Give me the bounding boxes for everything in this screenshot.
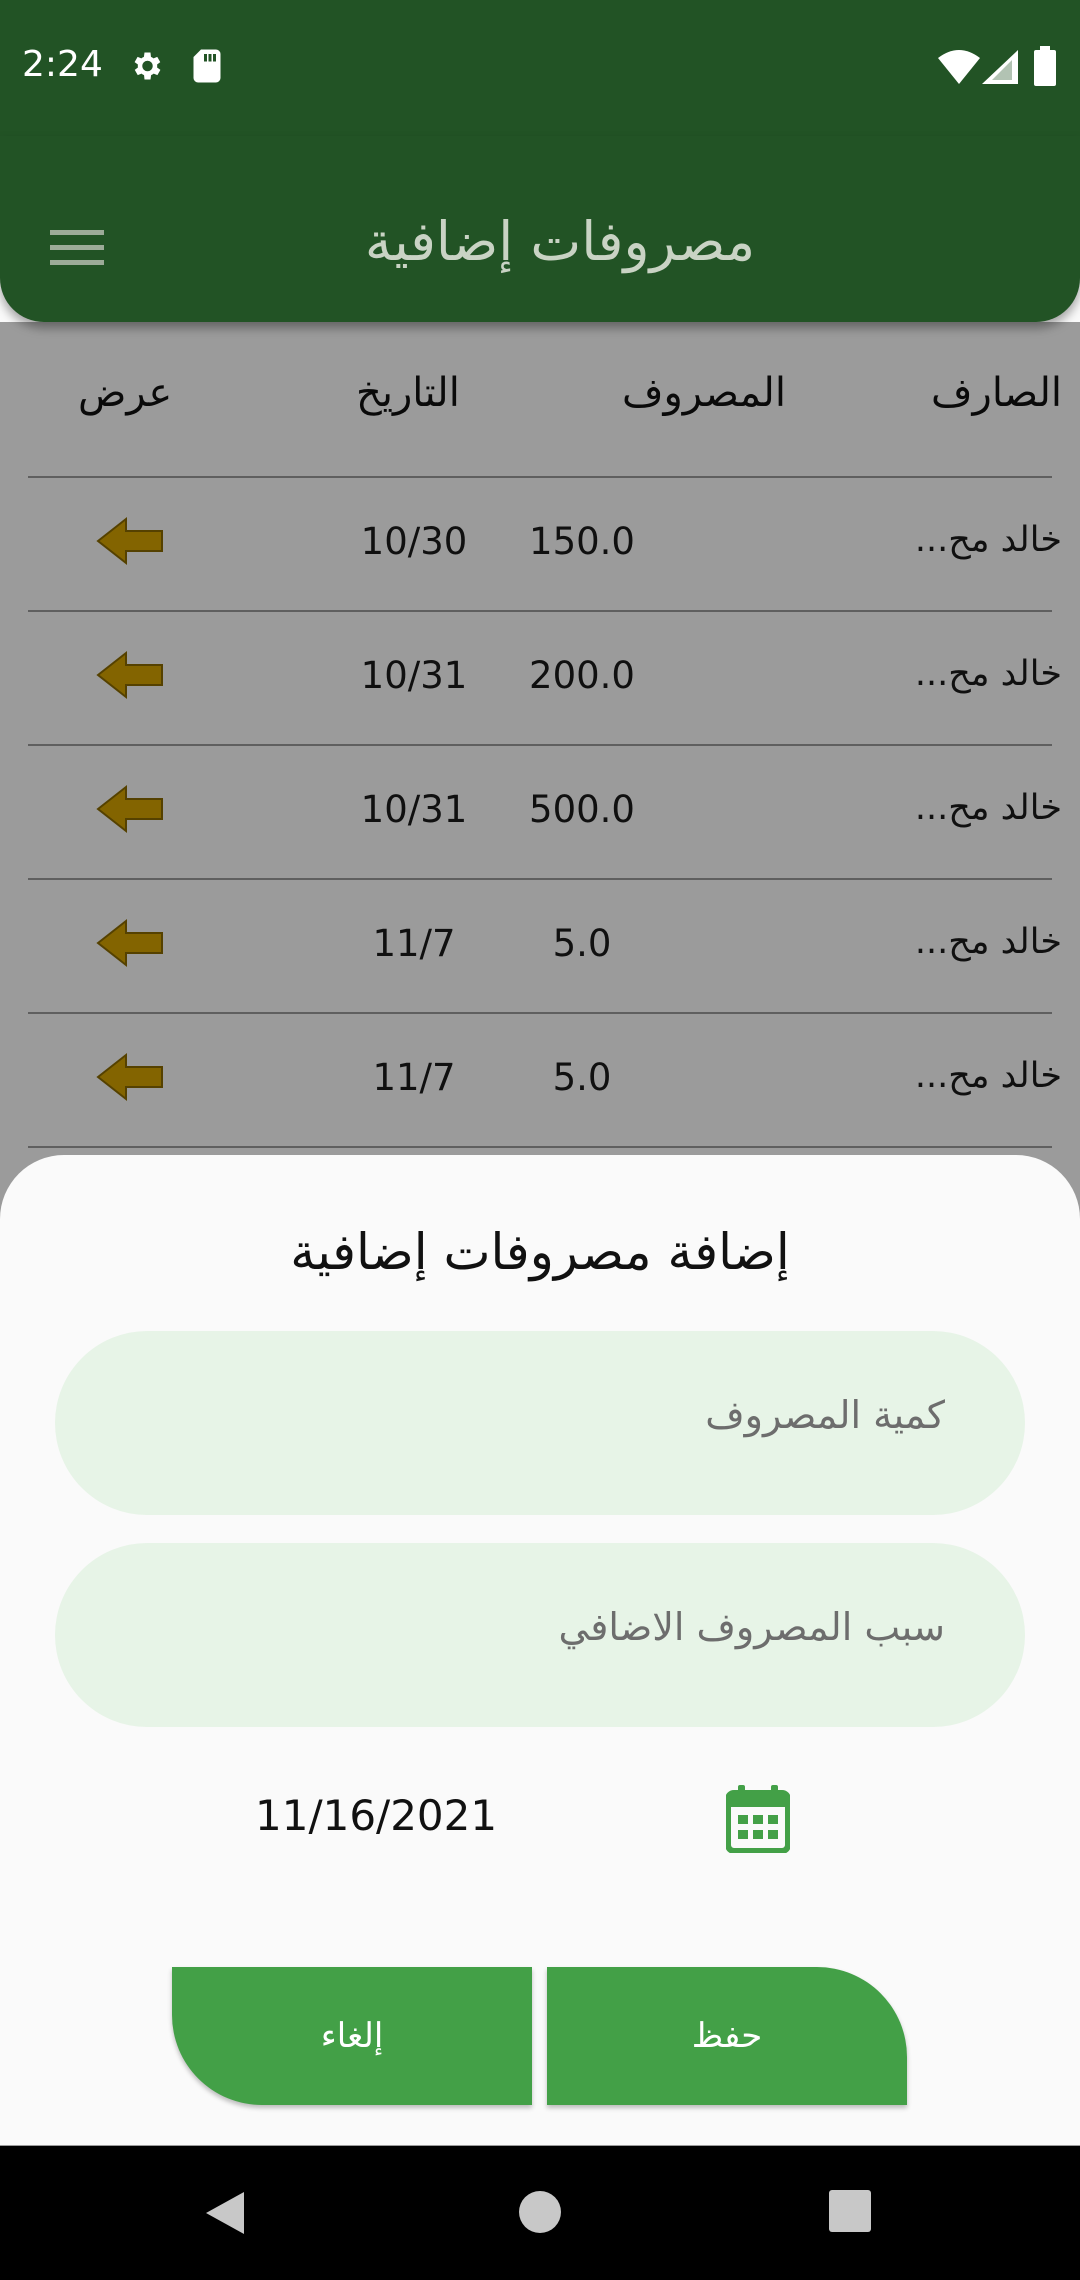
- cancel-button[interactable]: إلغاء: [172, 1967, 532, 2105]
- wifi-icon: [938, 50, 980, 84]
- recents-icon[interactable]: [829, 2190, 871, 2232]
- add-expense-sheet: إضافة مصروفات إضافية كمية المصروف سبب ال…: [0, 1155, 1080, 2145]
- navigation-bar: [0, 2146, 1080, 2280]
- home-icon[interactable]: [518, 2190, 562, 2234]
- calendar-icon[interactable]: [726, 1785, 790, 1853]
- amount-placeholder: كمية المصروف: [705, 1393, 945, 1437]
- page-title: مصروفات إضافية: [364, 210, 756, 273]
- date-value[interactable]: 11/16/2021: [255, 1791, 497, 1840]
- settings-icon: [134, 52, 161, 80]
- status-bar: 2:24: [0, 0, 1080, 136]
- signal-icon: [982, 50, 1018, 84]
- save-button[interactable]: حفظ: [547, 1967, 907, 2105]
- battery-icon: [1034, 46, 1056, 86]
- screen: 2:24 مصروفات إضافية الصارف المصروف التار…: [0, 0, 1080, 2280]
- reason-field[interactable]: سبب المصروف الاضافي: [55, 1543, 1025, 1727]
- back-icon[interactable]: [204, 2190, 246, 2236]
- app-bar: مصروفات إضافية: [0, 136, 1080, 322]
- amount-field[interactable]: كمية المصروف: [55, 1331, 1025, 1515]
- sd-card-icon: [193, 49, 221, 83]
- reason-placeholder: سبب المصروف الاضافي: [558, 1605, 945, 1649]
- status-time: 2:24: [22, 44, 103, 85]
- sheet-title: إضافة مصروفات إضافية: [290, 1223, 790, 1281]
